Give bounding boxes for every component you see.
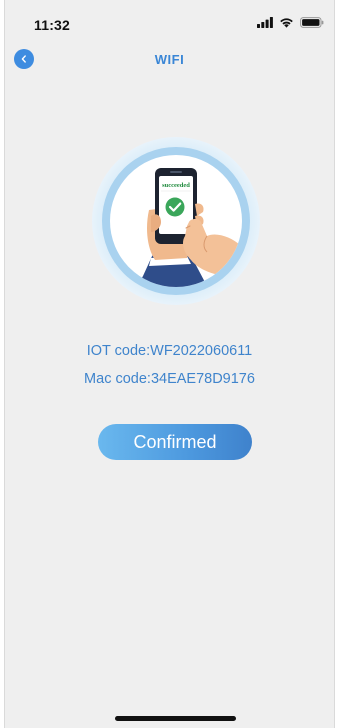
home-indicator[interactable] <box>115 716 236 721</box>
wifi-icon <box>280 18 293 28</box>
phone-screen-text: succeeded <box>162 182 190 189</box>
page-title: WIFI <box>154 52 185 67</box>
success-illustration: succeeded <box>92 137 260 305</box>
status-icons <box>257 17 324 28</box>
checkmark-icon <box>165 197 185 217</box>
navigation-bar: WIFI <box>5 40 334 78</box>
status-bar: 11:32 <box>5 0 334 40</box>
confirm-button[interactable]: Confirmed <box>98 424 252 460</box>
cellular-signal-icon <box>257 17 273 28</box>
iot-code-text: IOT code:WF2022060611 <box>86 343 253 359</box>
battery-icon <box>300 17 324 28</box>
status-time: 11:32 <box>34 17 71 33</box>
mac-code-text: Mac code:34EAE78D9176 <box>84 371 255 387</box>
app-screen: 11:32 WIFI succeeded IOT code:WF20220606… <box>4 0 335 728</box>
